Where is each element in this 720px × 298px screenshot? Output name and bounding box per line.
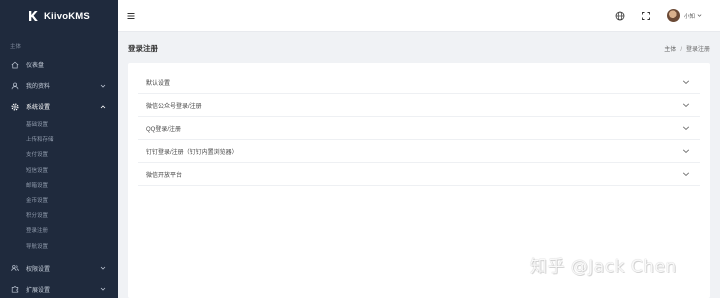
users-icon — [10, 263, 20, 273]
user-icon — [10, 81, 20, 91]
sidebar-subitem-basic[interactable]: 基础设置 — [0, 118, 118, 133]
sidebar-item-profile[interactable]: 我的资料 — [0, 75, 118, 96]
sidebar-item-label: 系统设置 — [26, 105, 51, 111]
puzzle-icon — [10, 284, 20, 294]
accordion-item-wechat-open-platform[interactable]: 微信开放平台 — [138, 163, 700, 186]
chevron-up-icon — [100, 104, 106, 108]
accordion-item-default-settings[interactable]: 默认设置 — [138, 71, 700, 94]
accordion-item-wechat-mp[interactable]: 微信公众号登录/注册 — [138, 94, 700, 117]
sidebar-item-system-settings[interactable]: 系统设置 — [0, 96, 118, 117]
sidebar-subitem-upload-storage[interactable]: 上传和存储 — [0, 133, 118, 148]
accordion-label: 微信开放平台 — [146, 172, 183, 179]
sidebar-subitem-navigation[interactable]: 导航设置 — [0, 240, 118, 255]
accordion-label: QQ登录/注册 — [146, 126, 182, 133]
chevron-down-icon — [682, 80, 690, 84]
sidebar-item-permissions[interactable]: 权限设置 — [0, 258, 118, 279]
accordion-item-qq[interactable]: QQ登录/注册 — [138, 117, 700, 140]
chevron-down-icon — [682, 172, 690, 176]
brand-name: KiivoKMS — [44, 10, 90, 22]
avatar[interactable] — [666, 9, 680, 22]
system-settings-submenu: 基础设置 上传和存储 支付设置 短信设置 邮箱设置 金币设置 积分设置 登录注册… — [0, 117, 118, 258]
breadcrumb-separator: / — [680, 46, 682, 53]
chevron-down-icon — [100, 84, 106, 88]
sidebar-subitem-login-register[interactable]: 登录注册 — [0, 224, 118, 239]
brand[interactable]: KiivoKMS — [0, 0, 118, 32]
accordion-label: 默认设置 — [146, 80, 171, 87]
sidebar-subitem-payment[interactable]: 支付设置 — [0, 148, 118, 163]
breadcrumb: 主体 / 登录注册 — [664, 44, 710, 53]
chevron-down-icon — [100, 266, 106, 270]
hamburger-icon[interactable] — [126, 11, 136, 21]
sidebar-section-label: 主体 — [10, 44, 22, 50]
globe-icon[interactable] — [615, 11, 625, 21]
sidebar-item-dashboard[interactable]: 仪表盘 — [0, 54, 118, 75]
page-title: 登录注册 — [128, 43, 158, 53]
sidebar-item-label: 权限设置 — [26, 266, 51, 273]
sidebar-subitem-sms[interactable]: 短信设置 — [0, 164, 118, 179]
sidebar-item-label: 我的资料 — [26, 84, 51, 90]
chevron-down-icon[interactable] — [697, 13, 702, 18]
breadcrumb-root[interactable]: 主体 — [664, 47, 676, 53]
accordion-label: 钉钉登录/注册（钉钉内置浏览器） — [146, 149, 238, 156]
sidebar-subitem-email[interactable]: 邮箱设置 — [0, 179, 118, 194]
sidebar-subitem-coins[interactable]: 金币设置 — [0, 194, 118, 209]
sidebar-item-label: 仪表盘 — [26, 63, 45, 69]
sidebar: KiivoKMS 主体 仪表盘 我的资料 系统设置 基础设置 上传和存储 支付设… — [0, 0, 118, 298]
watermark: 知乎 @Jack Chen — [530, 257, 677, 277]
logo-icon — [29, 11, 38, 21]
fullscreen-icon[interactable] — [641, 11, 651, 21]
home-icon — [10, 60, 20, 70]
sidebar-item-label: 扩展设置 — [26, 287, 51, 294]
chevron-down-icon — [100, 287, 106, 291]
sidebar-subitem-points[interactable]: 积分设置 — [0, 209, 118, 224]
page-header: 登录注册 主体 / 登录注册 — [118, 33, 720, 63]
top-bar: 小知 — [118, 0, 720, 32]
breadcrumb-current: 登录注册 — [685, 46, 710, 53]
accordion-label: 微信公众号登录/注册 — [146, 103, 202, 110]
top-bar-actions: 小知 — [615, 9, 720, 22]
accordion-item-dingtalk[interactable]: 钉钉登录/注册（钉钉内置浏览器） — [138, 140, 700, 163]
chevron-down-icon — [682, 103, 690, 107]
username[interactable]: 小知 — [684, 12, 695, 20]
gear-icon — [10, 102, 20, 112]
chevron-down-icon — [682, 149, 690, 153]
sidebar-item-extensions[interactable]: 扩展设置 — [0, 279, 118, 298]
chevron-down-icon — [682, 126, 690, 130]
